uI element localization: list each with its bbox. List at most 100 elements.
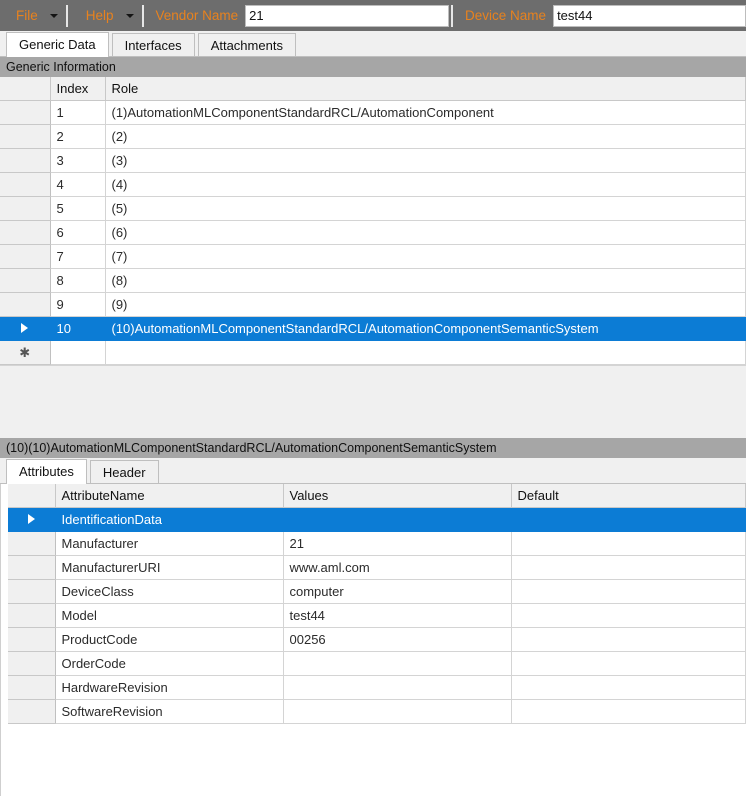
menu-help[interactable]: Help <box>70 0 140 31</box>
row-selector[interactable] <box>8 531 56 556</box>
cell-value[interactable] <box>283 699 512 724</box>
table-row[interactable]: ProductCode 00256 <box>8 627 746 652</box>
cell-value[interactable]: 21 <box>283 531 512 556</box>
cell-role[interactable]: (3) <box>105 148 746 173</box>
table-row[interactable]: IdentificationData <box>8 507 746 532</box>
cell-role[interactable]: (6) <box>105 220 746 245</box>
tab-generic-data[interactable]: Generic Data <box>6 32 109 57</box>
cell-role[interactable]: (5) <box>105 196 746 221</box>
table-row[interactable]: DeviceClass computer <box>8 579 746 604</box>
new-record-row[interactable]: ✱ <box>0 340 746 365</box>
cell-value[interactable] <box>283 507 512 532</box>
row-selector[interactable] <box>0 100 51 125</box>
menu-file[interactable]: File <box>0 0 64 31</box>
cell-attribute-name[interactable]: ManufacturerURI <box>55 555 284 580</box>
attributes-grid[interactable]: AttributeName Values Default Identificat… <box>0 484 746 796</box>
table-row[interactable]: 9 (9) <box>0 292 746 317</box>
cell-default[interactable] <box>511 675 746 700</box>
cell-attribute-name[interactable]: SoftwareRevision <box>55 699 284 724</box>
cell-default[interactable] <box>511 699 746 724</box>
table-row[interactable]: 5 (5) <box>0 196 746 221</box>
tab-header[interactable]: Header <box>89 460 159 483</box>
cell-default[interactable] <box>511 531 746 556</box>
column-header-index[interactable]: Index <box>50 77 106 101</box>
cell-index[interactable]: 2 <box>50 124 106 149</box>
tab-attachments[interactable]: Attachments <box>197 33 296 56</box>
cell-default[interactable] <box>511 507 746 532</box>
table-row[interactable]: 8 (8) <box>0 268 746 293</box>
cell-index[interactable]: 8 <box>50 268 106 293</box>
row-selector[interactable] <box>0 268 51 293</box>
row-selector[interactable] <box>0 292 51 317</box>
role-tree-panel[interactable]: (10)(10)AutomationMLComponentStandardRCL… <box>0 365 746 438</box>
cell-default[interactable] <box>511 555 746 580</box>
cell-attribute-name[interactable]: Model <box>55 603 284 628</box>
cell-index[interactable]: 9 <box>50 292 106 317</box>
cell-value[interactable]: www.aml.com <box>283 555 512 580</box>
row-selector[interactable] <box>8 603 56 628</box>
table-row[interactable]: OrderCode <box>8 651 746 676</box>
table-row[interactable]: HardwareRevision <box>8 675 746 700</box>
cell-default[interactable] <box>511 603 746 628</box>
vendor-name-input[interactable] <box>245 4 450 27</box>
cell-index[interactable]: 7 <box>50 244 106 269</box>
row-selector[interactable] <box>8 507 56 532</box>
cell-role[interactable]: (10)AutomationMLComponentStandardRCL/Aut… <box>105 316 746 341</box>
generic-information-grid[interactable]: Index Role 1 (1)AutomationMLComponentStan… <box>0 77 746 366</box>
cell-index[interactable]: 4 <box>50 172 106 197</box>
table-row[interactable]: Model test44 <box>8 603 746 628</box>
row-selector[interactable] <box>8 675 56 700</box>
cell-attribute-name[interactable]: HardwareRevision <box>55 675 284 700</box>
table-row[interactable]: ManufacturerURI www.aml.com <box>8 555 746 580</box>
chevron-down-icon[interactable] <box>49 13 58 18</box>
table-row[interactable]: 4 (4) <box>0 172 746 197</box>
row-selector[interactable] <box>8 699 56 724</box>
cell-default[interactable] <box>511 579 746 604</box>
table-row[interactable]: 1 (1)AutomationMLComponentStandardRCL/Aut… <box>0 100 746 125</box>
cell-index[interactable]: 10 <box>50 316 106 341</box>
cell-index[interactable]: 5 <box>50 196 106 221</box>
cell-role[interactable]: (7) <box>105 244 746 269</box>
cell-attribute-name[interactable]: ProductCode <box>55 627 284 652</box>
row-selector[interactable] <box>0 172 51 197</box>
row-selector[interactable] <box>0 220 51 245</box>
column-header-role[interactable]: Role <box>105 77 746 101</box>
cell-role[interactable]: (4) <box>105 172 746 197</box>
cell-role[interactable]: (2) <box>105 124 746 149</box>
cell-role[interactable] <box>105 340 746 365</box>
cell-attribute-name[interactable]: Manufacturer <box>55 531 284 556</box>
row-selector[interactable] <box>0 124 51 149</box>
device-name-input[interactable] <box>553 4 746 27</box>
table-row[interactable]: 10 (10)AutomationMLComponentStandardRCL/A… <box>0 316 746 341</box>
cell-value[interactable]: test44 <box>283 603 512 628</box>
tab-attributes[interactable]: Attributes <box>6 459 87 484</box>
cell-index[interactable]: 1 <box>50 100 106 125</box>
cell-value[interactable]: 00256 <box>283 627 512 652</box>
column-header-values[interactable]: Values <box>283 484 512 508</box>
row-selector[interactable] <box>0 148 51 173</box>
cell-attribute-name[interactable]: DeviceClass <box>55 579 284 604</box>
cell-value[interactable]: computer <box>283 579 512 604</box>
cell-role[interactable]: (8) <box>105 268 746 293</box>
cell-attribute-name[interactable]: OrderCode <box>55 651 284 676</box>
tab-interfaces[interactable]: Interfaces <box>111 33 195 56</box>
table-row[interactable]: 2 (2) <box>0 124 746 149</box>
cell-attribute-name[interactable]: IdentificationData <box>55 507 284 532</box>
row-selector[interactable] <box>0 316 51 341</box>
table-row[interactable]: Manufacturer 21 <box>8 531 746 556</box>
cell-index[interactable] <box>50 340 106 365</box>
row-selector[interactable] <box>8 651 56 676</box>
table-row[interactable]: 3 (3) <box>0 148 746 173</box>
cell-value[interactable] <box>283 675 512 700</box>
cell-index[interactable]: 6 <box>50 220 106 245</box>
table-row[interactable]: 6 (6) <box>0 220 746 245</box>
row-selector[interactable] <box>8 555 56 580</box>
cell-default[interactable] <box>511 651 746 676</box>
table-row[interactable]: SoftwareRevision <box>8 699 746 724</box>
row-selector[interactable] <box>0 196 51 221</box>
row-selector[interactable] <box>8 627 56 652</box>
column-header-attributename[interactable]: AttributeName <box>55 484 284 508</box>
chevron-down-icon[interactable] <box>125 13 134 18</box>
table-row[interactable]: 7 (7) <box>0 244 746 269</box>
cell-role[interactable]: (9) <box>105 292 746 317</box>
